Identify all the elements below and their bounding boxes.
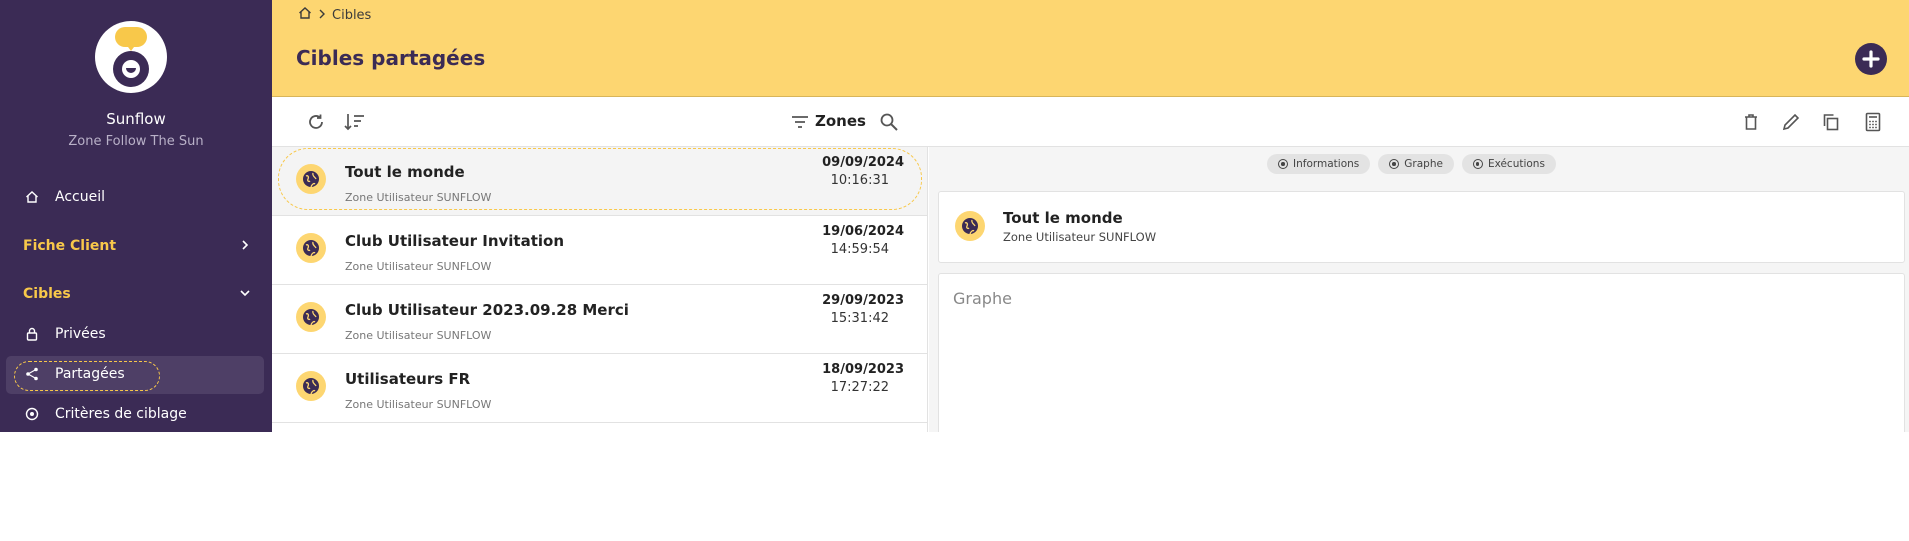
radio-icon <box>1278 159 1288 169</box>
tab-label: Graphe <box>1404 158 1443 170</box>
filter-icon[interactable] <box>789 111 811 133</box>
globe-icon <box>955 211 985 241</box>
sidebar-item-label: Partagées <box>55 366 125 382</box>
chevron-right-icon <box>318 8 326 23</box>
sidebar-item-cibles[interactable]: Cibles <box>0 276 272 312</box>
add-button[interactable] <box>1855 43 1887 75</box>
list-item-date: 29/09/2023 <box>822 293 904 308</box>
list-item-time: 14:59:54 <box>830 242 889 257</box>
detail-title: Tout le monde <box>1003 209 1123 227</box>
chevron-right-icon <box>240 239 250 253</box>
search-icon[interactable] <box>878 111 900 133</box>
list-item[interactable]: Club Utilisateur 2023.09.28 Merci Zone U… <box>272 285 927 354</box>
detail-subtitle: Zone Utilisateur SUNFLOW <box>1003 230 1157 244</box>
list-item-zone: Zone Utilisateur SUNFLOW <box>345 398 492 411</box>
sidebar-item-fiche-client[interactable]: Fiche Client <box>0 228 272 264</box>
page-title: Cibles partagées <box>296 46 486 70</box>
sidebar-item-label: Critères de ciblage <box>55 406 187 422</box>
logo-bubble-tail <box>125 43 137 51</box>
plus-icon <box>1862 50 1880 68</box>
list-item-time: 17:27:22 <box>830 380 889 395</box>
sunflow-logo <box>95 21 167 93</box>
copy-icon[interactable] <box>1820 111 1842 133</box>
sidebar-item-home[interactable]: Accueil <box>0 179 272 215</box>
globe-icon <box>296 233 326 263</box>
targets-list: Tout le monde Zone Utilisateur SUNFLOW 0… <box>272 147 928 432</box>
sidebar-item-partagees[interactable]: Partagées <box>0 356 272 392</box>
sidebar-item-criteres[interactable]: Critères de ciblage <box>0 396 272 432</box>
list-item[interactable]: Tout le monde Zone Utilisateur SUNFLOW 0… <box>272 147 927 216</box>
zones-filter-label[interactable]: Zones <box>815 112 866 130</box>
graph-title: Graphe <box>953 289 1012 308</box>
radio-icon <box>1389 159 1400 169</box>
logo-face-inner <box>122 60 140 78</box>
tab-label: Informations <box>1293 158 1360 170</box>
breadcrumb: Cibles <box>298 6 371 24</box>
detail-panel: Informations Graphe Exécutions Tout le m… <box>929 147 1909 432</box>
home-icon[interactable] <box>298 6 312 24</box>
list-item-name: Club Utilisateur 2023.09.28 Merci <box>345 301 629 319</box>
sidebar-item-label: Privées <box>55 326 106 342</box>
toolbar: Zones <box>272 97 1909 147</box>
globe-icon <box>296 164 326 194</box>
breadcrumb-current: Cibles <box>332 7 372 23</box>
list-item-name: Utilisateurs FR <box>345 370 471 388</box>
tab-executions[interactable]: Exécutions <box>1461 154 1556 174</box>
list-item-time: 15:31:42 <box>830 311 889 326</box>
sidebar: Sunflow Zone Follow The Sun Accueil Fich… <box>0 0 272 432</box>
pencil-icon[interactable] <box>1780 111 1802 133</box>
graph-card: Graphe <box>938 273 1905 432</box>
home-icon <box>24 189 40 205</box>
chevron-down-icon <box>240 287 250 301</box>
lock-icon <box>24 326 40 342</box>
calculator-icon[interactable] <box>1862 111 1884 133</box>
logo-face-mouth <box>126 68 136 73</box>
tab-label: Exécutions <box>1487 158 1545 170</box>
list-item-time: 10:16:31 <box>830 173 889 188</box>
app: Sunflow Zone Follow The Sun Accueil Fich… <box>0 0 1909 432</box>
share-icon <box>24 366 40 382</box>
page-header: Cibles Cibles partagées <box>272 0 1909 97</box>
trash-icon[interactable] <box>1740 111 1762 133</box>
radio-icon <box>1472 159 1483 169</box>
list-item[interactable]: Utilisateurs FR Zone Utilisateur SUNFLOW… <box>272 354 927 423</box>
sidebar-section-label: Cibles <box>23 286 71 302</box>
list-item-date: 18/09/2023 <box>822 362 904 377</box>
logo-face <box>113 51 149 87</box>
sort-icon[interactable] <box>344 111 366 133</box>
list-item-zone: Zone Utilisateur SUNFLOW <box>345 260 492 273</box>
info-card: Tout le monde Zone Utilisateur SUNFLOW <box>938 191 1905 263</box>
list-item[interactable]: Club Utilisateur Invitation Zone Utilisa… <box>272 216 927 285</box>
list-item-name: Club Utilisateur Invitation <box>345 232 565 250</box>
globe-icon <box>296 371 326 401</box>
tab-informations[interactable]: Informations <box>1267 154 1371 174</box>
list-item-zone: Zone Utilisateur SUNFLOW <box>345 191 492 204</box>
detail-tabs: Informations Graphe Exécutions <box>1267 154 1556 174</box>
sidebar-item-label: Accueil <box>55 189 105 205</box>
list-item-date: 09/09/2024 <box>822 155 904 170</box>
refresh-icon[interactable] <box>305 111 327 133</box>
list-item-date: 19/06/2024 <box>822 224 904 239</box>
brand-name: Sunflow <box>106 110 166 128</box>
sidebar-section-label: Fiche Client <box>23 238 117 254</box>
list-item-name: Tout le monde <box>345 163 465 181</box>
brand-subtitle: Zone Follow The Sun <box>68 134 204 149</box>
target-icon <box>24 406 40 422</box>
globe-icon <box>296 302 326 332</box>
list-item-zone: Zone Utilisateur SUNFLOW <box>345 329 492 342</box>
sidebar-item-privees[interactable]: Privées <box>0 316 272 352</box>
tab-graphe[interactable]: Graphe <box>1378 154 1454 174</box>
